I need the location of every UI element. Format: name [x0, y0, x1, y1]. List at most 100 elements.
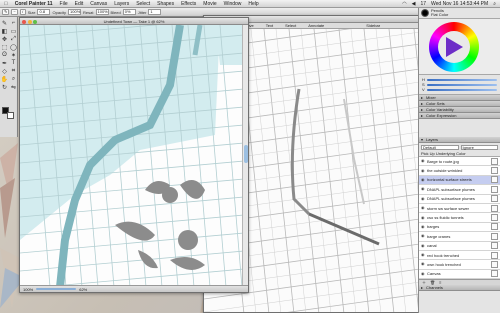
bleed-field[interactable]: 0%: [122, 9, 136, 15]
channels-panel-header[interactable]: Channels: [419, 285, 500, 292]
menu-movie[interactable]: Movie: [203, 1, 216, 7]
zoom-icon[interactable]: [33, 19, 37, 24]
doc1-canvas[interactable]: [20, 25, 242, 285]
doc1-zoom-readout[interactable]: 100%: [23, 287, 33, 292]
rotate-page-icon[interactable]: ↻: [0, 83, 9, 91]
brush-tool-icon[interactable]: ✎: [2, 9, 10, 15]
lasso-icon[interactable]: ʘ: [0, 51, 9, 59]
doc2-select-tool[interactable]: Select: [285, 23, 296, 28]
saturation-triangle[interactable]: [446, 37, 463, 57]
text-icon[interactable]: T: [9, 59, 18, 67]
grabber-icon[interactable]: ✋: [0, 75, 9, 83]
doc2-annotate-tool[interactable]: Annotate: [308, 23, 324, 28]
magnifier-icon[interactable]: ⌕: [9, 75, 18, 83]
minimize-icon[interactable]: [27, 19, 32, 24]
menu-shapes[interactable]: Shapes: [157, 1, 174, 7]
doc1-canvas-map[interactable]: [20, 25, 242, 285]
eye-icon[interactable]: ◉: [421, 196, 425, 201]
eye-icon[interactable]: ◉: [421, 262, 425, 266]
doc2-text-tool[interactable]: Text: [266, 23, 273, 28]
layer-item[interactable]: ◉ canal: [419, 242, 500, 251]
layer-item[interactable]: ◉ barges: [419, 223, 500, 233]
layer-item[interactable]: ◉ DNAPL subsurface plumes: [419, 195, 500, 204]
menu-select[interactable]: Select: [136, 1, 150, 7]
menu-file[interactable]: File: [60, 1, 68, 7]
eye-icon[interactable]: ◉: [421, 224, 425, 229]
layer-item-selected[interactable]: ◉ horizontal surface streets: [419, 175, 500, 186]
layer-item[interactable]: ◉ barge cranes: [419, 232, 500, 242]
freehand-stroke-button[interactable]: ~: [11, 9, 18, 15]
spotlight-icon[interactable]: ⌕: [493, 1, 496, 7]
eye-icon[interactable]: ◉: [421, 206, 425, 210]
saturation-slider[interactable]: [426, 83, 497, 86]
hue-slider[interactable]: [426, 78, 497, 81]
eye-icon[interactable]: ◉: [421, 177, 425, 182]
menu-help[interactable]: Help: [248, 1, 258, 7]
layer-thumbnail: [491, 167, 498, 175]
menu-window[interactable]: Window: [224, 1, 242, 7]
mirror-icon[interactable]: ⇋: [9, 83, 18, 91]
additional-color-swatch[interactable]: [7, 112, 14, 119]
brush-selector[interactable]: Pencils Flat Color: [419, 8, 500, 19]
brush-icon[interactable]: ✎: [0, 19, 9, 27]
opacity-field[interactable]: 100%: [68, 9, 82, 15]
layer-item[interactable]: ◉ cso ss fluidic tunnels: [419, 213, 500, 223]
composite-depth-select[interactable]: Ignore: [460, 144, 498, 150]
layer-item[interactable]: ◉ DNAPL subsurface plumes: [419, 185, 500, 195]
value-slider[interactable]: [426, 88, 497, 91]
straight-line-button[interactable]: /: [19, 9, 26, 15]
layer-item[interactable]: ◉ red hook trenched: [419, 251, 500, 261]
eye-icon[interactable]: ◉: [421, 243, 425, 248]
preserve-transparency-checkbox[interactable]: Pick Up Underlying Color: [421, 151, 466, 156]
wifi-icon[interactable]: ◠: [402, 1, 406, 7]
transform-icon[interactable]: ⤢: [9, 35, 18, 43]
jitter-field[interactable]: 1: [148, 9, 162, 15]
layer-adjuster-icon[interactable]: ✥: [0, 35, 9, 43]
layer-item[interactable]: ◉ Barge to route.jpg: [419, 157, 500, 167]
paint-bucket-icon[interactable]: ◧: [0, 27, 9, 35]
rect-select-icon[interactable]: ⬚: [0, 43, 9, 51]
shape-icon[interactable]: ◇: [0, 67, 9, 75]
color-wheel[interactable]: [429, 22, 479, 72]
pen-icon[interactable]: ✒: [0, 59, 9, 67]
doc1-scroll-thumb[interactable]: [244, 145, 248, 163]
doc2-sidebar-toggle[interactable]: Sidebar: [366, 23, 380, 28]
resat-field[interactable]: 100%: [95, 9, 109, 15]
close-icon[interactable]: [22, 19, 26, 24]
layer-item[interactable]: ◉ own hook trenched: [419, 260, 500, 270]
layer-item[interactable]: ◉ storm sw surface sewer: [419, 204, 500, 214]
menu-layers[interactable]: Layers: [114, 1, 129, 7]
eye-icon[interactable]: ◉: [421, 187, 425, 191]
magic-wand-icon[interactable]: ✶: [9, 51, 18, 59]
volume-icon[interactable]: ◀: [412, 1, 416, 7]
eye-icon[interactable]: ◉: [421, 271, 425, 276]
dropper-icon[interactable]: ⌐: [9, 19, 18, 27]
apple-icon[interactable]: : [4, 1, 8, 7]
size-field[interactable]: 0.8: [37, 9, 51, 15]
menu-app-name[interactable]: Corel Painter 11: [15, 1, 53, 7]
crop-icon[interactable]: ⌗: [9, 67, 18, 75]
menu-edit[interactable]: Edit: [75, 1, 84, 7]
color-sliders: H S V: [419, 75, 500, 95]
battery-level[interactable]: 17: [420, 1, 426, 7]
eraser-icon[interactable]: ▭: [9, 27, 18, 35]
composite-method-select[interactable]: Default: [421, 144, 459, 150]
eye-icon[interactable]: ◉: [421, 159, 425, 163]
clock[interactable]: Wed Nov 16 14:53:44 PM: [431, 1, 488, 7]
oval-select-icon[interactable]: ◯: [9, 43, 18, 51]
doc1-title: Undefined Town — Take 1 @ 62%: [103, 19, 165, 24]
eye-icon[interactable]: ◉: [421, 234, 425, 238]
eye-icon[interactable]: ◉: [421, 253, 425, 257]
layer-item-canvas[interactable]: ◉ Canvas: [419, 270, 500, 280]
menu-canvas[interactable]: Canvas: [90, 1, 107, 7]
layers-panel-header[interactable]: Layers: [419, 137, 500, 143]
color-wheel-center[interactable]: [438, 31, 470, 63]
doc1-zoom-slider[interactable]: [36, 288, 77, 290]
layer-item[interactable]: ◉ the outside wrinkled: [419, 166, 500, 176]
eye-icon[interactable]: ◉: [421, 215, 425, 220]
brush-variant[interactable]: Flat Color: [431, 12, 448, 18]
menu-effects[interactable]: Effects: [181, 1, 196, 7]
color-expression-panel-header[interactable]: Color Expression: [419, 113, 500, 119]
eye-icon[interactable]: ◉: [421, 168, 425, 173]
doc1-vertical-scrollbar[interactable]: [242, 25, 248, 285]
